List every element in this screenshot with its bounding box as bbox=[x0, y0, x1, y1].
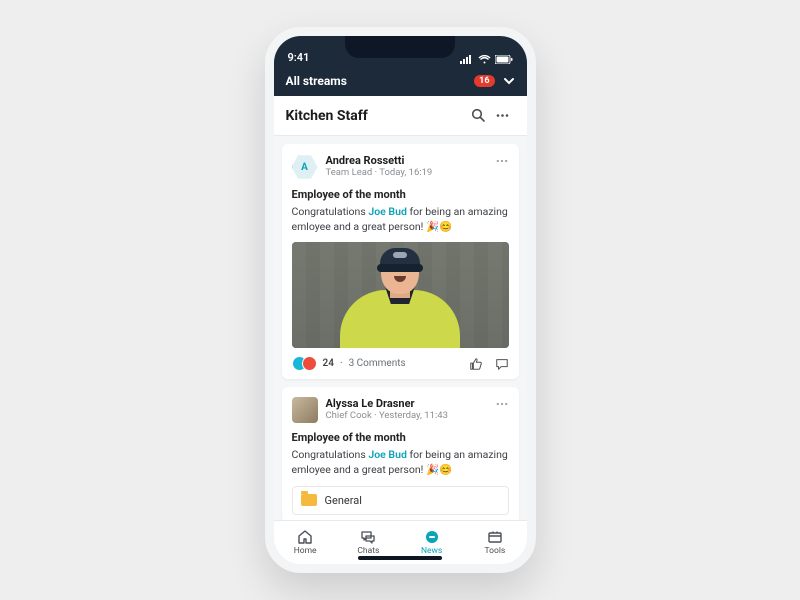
comments-link[interactable]: 3 Comments bbox=[349, 358, 406, 369]
nav-label: News bbox=[421, 546, 442, 556]
home-icon bbox=[297, 529, 313, 545]
mention[interactable]: Joe Bud bbox=[368, 205, 407, 218]
device-notch bbox=[345, 36, 455, 58]
mention[interactable]: Joe Bud bbox=[368, 448, 407, 461]
love-reaction-icon bbox=[302, 356, 317, 371]
status-time: 9:41 bbox=[288, 51, 310, 64]
wifi-icon bbox=[478, 55, 491, 64]
post-header: A Andrea Rossetti Team Lead · Today, 16:… bbox=[292, 154, 509, 180]
tools-icon bbox=[487, 529, 503, 545]
avatar[interactable]: A bbox=[292, 154, 318, 180]
post-image[interactable] bbox=[292, 242, 509, 348]
news-icon bbox=[424, 529, 440, 545]
post-more-button[interactable] bbox=[495, 154, 509, 172]
streams-badge: 16 bbox=[474, 75, 494, 87]
more-horizontal-icon bbox=[495, 108, 510, 123]
nav-label: Chats bbox=[357, 546, 379, 556]
more-button[interactable] bbox=[491, 104, 515, 128]
battery-icon bbox=[495, 55, 513, 64]
more-horizontal-icon bbox=[495, 154, 509, 168]
post-meta: Andrea Rossetti Team Lead · Today, 16:19 bbox=[326, 154, 433, 178]
post-body: Congratulations Joe Bud for being an ama… bbox=[292, 448, 509, 477]
status-icons bbox=[460, 55, 513, 64]
channel-header: Kitchen Staff bbox=[274, 96, 527, 136]
nav-label: Tools bbox=[484, 546, 505, 556]
avatar[interactable] bbox=[292, 397, 318, 423]
attachment-name: General bbox=[325, 494, 362, 507]
post-card[interactable]: A Andrea Rossetti Team Lead · Today, 16:… bbox=[282, 144, 519, 379]
post-author[interactable]: Andrea Rossetti bbox=[326, 154, 433, 167]
folder-icon bbox=[301, 494, 317, 506]
post-time: Today, 16:19 bbox=[379, 167, 432, 178]
signal-icon bbox=[460, 55, 474, 64]
streams-label: All streams bbox=[286, 74, 347, 88]
post-more-button[interactable] bbox=[495, 397, 509, 415]
channel-title: Kitchen Staff bbox=[286, 108, 467, 124]
post-title: Employee of the month bbox=[292, 188, 509, 201]
person-illustration bbox=[340, 242, 460, 348]
home-indicator[interactable] bbox=[358, 556, 442, 560]
chevron-down-icon[interactable] bbox=[503, 75, 515, 87]
nav-home[interactable]: Home bbox=[274, 521, 337, 564]
thumbs-up-icon[interactable] bbox=[469, 357, 483, 371]
attachment[interactable]: General bbox=[292, 486, 509, 515]
nav-tools[interactable]: Tools bbox=[463, 521, 526, 564]
streams-bar[interactable]: All streams 16 bbox=[274, 66, 527, 96]
comment-icon[interactable] bbox=[495, 357, 509, 371]
more-horizontal-icon bbox=[495, 397, 509, 411]
reaction-count[interactable]: 24 bbox=[323, 358, 334, 369]
phone-frame: 9:41 All streams 16 Kitchen Staff bbox=[265, 27, 536, 573]
search-button[interactable] bbox=[467, 104, 491, 128]
search-icon bbox=[471, 108, 486, 123]
screen: 9:41 All streams 16 Kitchen Staff bbox=[274, 36, 527, 564]
post-card[interactable]: Alyssa Le Drasner Chief Cook · Yesterday… bbox=[282, 387, 519, 520]
post-role: Team Lead bbox=[326, 167, 373, 178]
post-title: Employee of the month bbox=[292, 431, 509, 444]
post-role: Chief Cook bbox=[326, 410, 372, 421]
avatar-initial: A bbox=[301, 162, 308, 173]
feed: A Andrea Rossetti Team Lead · Today, 16:… bbox=[274, 136, 527, 520]
nav-label: Home bbox=[294, 546, 317, 556]
post-header: Alyssa Le Drasner Chief Cook · Yesterday… bbox=[292, 397, 509, 423]
post-body: Congratulations Joe Bud for being an ama… bbox=[292, 205, 509, 234]
chats-icon bbox=[360, 529, 376, 545]
post-reactions: 24 · 3 Comments bbox=[292, 356, 509, 371]
post-meta: Alyssa Le Drasner Chief Cook · Yesterday… bbox=[326, 397, 448, 421]
reaction-icons[interactable] bbox=[292, 356, 317, 371]
post-author[interactable]: Alyssa Le Drasner bbox=[326, 397, 448, 410]
post-time: Yesterday, 11:43 bbox=[379, 410, 448, 421]
